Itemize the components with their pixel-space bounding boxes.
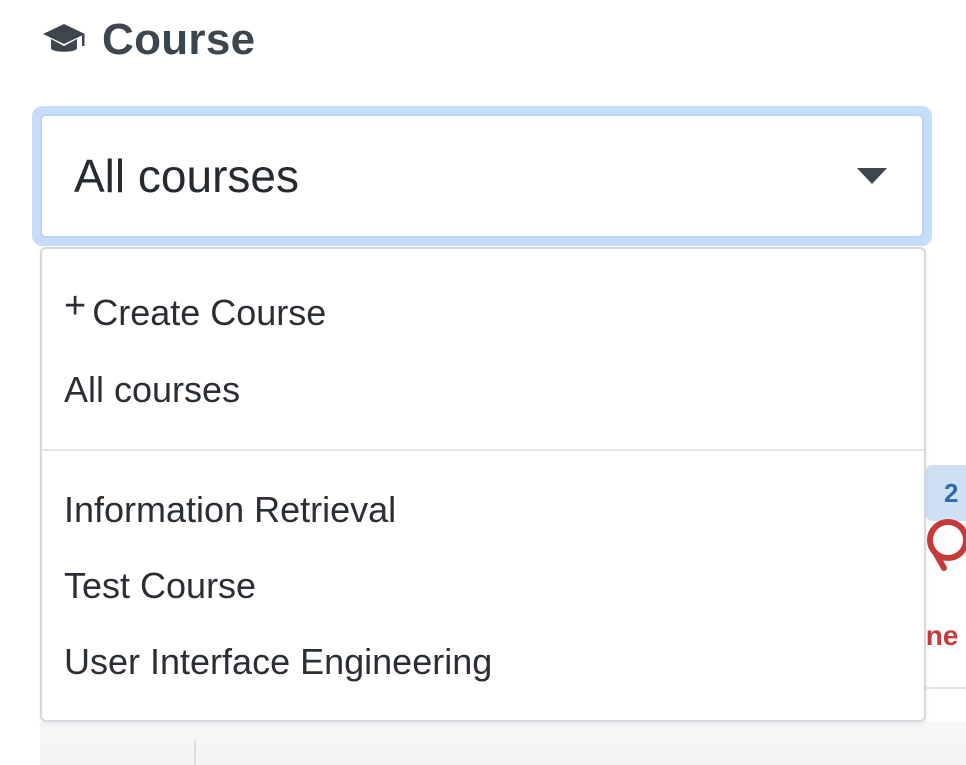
dropdown-divider: [42, 449, 924, 451]
background-strip: [40, 722, 966, 765]
course-dropdown-menu: + Create Course All courses Information …: [40, 247, 926, 722]
background-rule: [924, 687, 966, 689]
plus-icon: +: [64, 285, 87, 327]
course-select[interactable]: All courses: [40, 114, 924, 238]
page-title: Course: [102, 15, 256, 64]
course-select-value: All courses: [74, 150, 299, 202]
count-badge: 2: [926, 465, 966, 521]
course-select-focus-ring: All courses: [32, 106, 932, 246]
dropdown-option-information-retrieval[interactable]: Information Retrieval: [64, 489, 396, 531]
page: 2 ine Course All courses + Create Course…: [0, 0, 966, 765]
background-column-divider: [194, 740, 196, 765]
count-badge-text: 2: [944, 477, 959, 508]
create-course-label: Create Course: [92, 291, 327, 333]
dropdown-option-all-courses[interactable]: All courses: [64, 369, 240, 411]
caret-down-icon: [852, 161, 892, 191]
graduation-cap-icon: [42, 20, 86, 60]
dropdown-option-test-course[interactable]: Test Course: [64, 565, 256, 607]
course-header: Course: [42, 10, 255, 70]
dropdown-option-user-interface-engineering[interactable]: User Interface Engineering: [64, 641, 492, 683]
create-course-option[interactable]: + Create Course: [64, 285, 327, 334]
